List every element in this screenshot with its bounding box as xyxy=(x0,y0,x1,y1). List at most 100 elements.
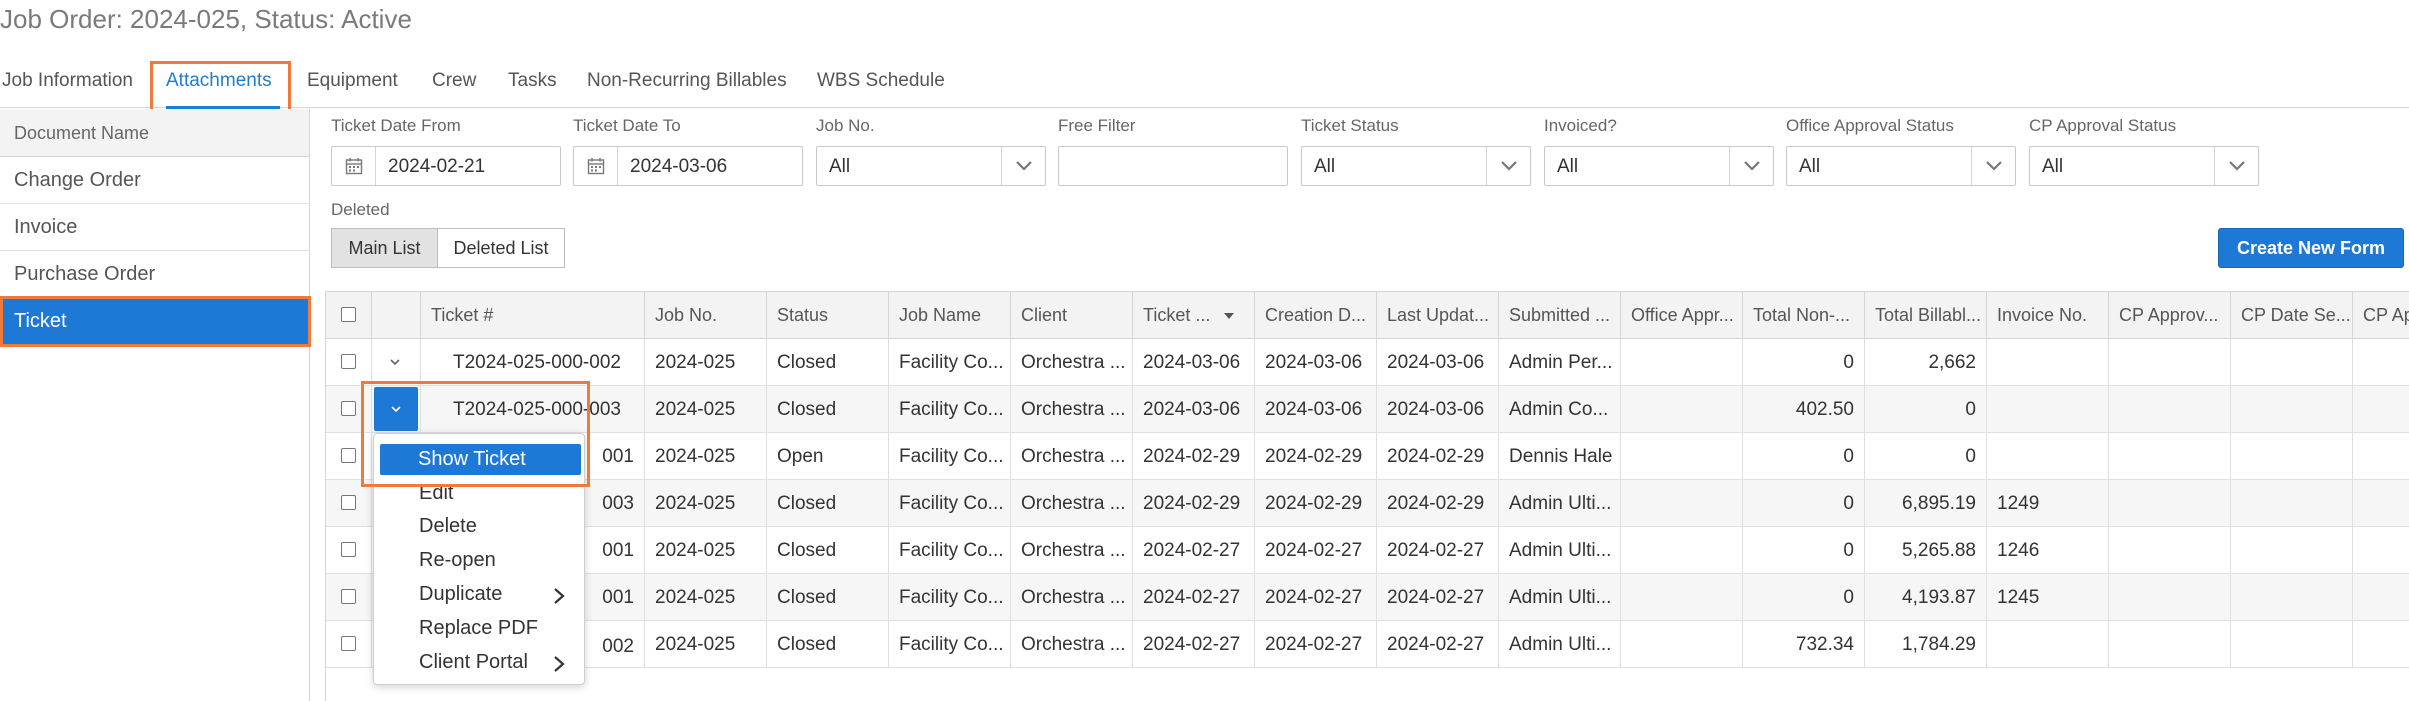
invoiced-value: All xyxy=(1557,156,1579,177)
cell-cp-approval xyxy=(2109,574,2231,621)
row-actions-button[interactable] xyxy=(384,351,406,373)
column-header-total-billable[interactable]: Total Billabl... xyxy=(1865,292,1987,339)
column-header-cp-ap[interactable]: CP Ap xyxy=(2353,292,2409,339)
table-row[interactable]: 003 2024-025 Closed Facility Co... Orche… xyxy=(326,480,2409,527)
select-all-checkbox[interactable] xyxy=(341,307,356,322)
row-checkbox[interactable] xyxy=(341,589,356,604)
table-row[interactable]: T2024-025-000-002 2024-025 Closed Facili… xyxy=(326,339,2409,386)
cell-last-updated: 2024-02-29 xyxy=(1377,433,1499,480)
document-item-invoice[interactable]: Invoice xyxy=(0,204,309,251)
column-header-submitted-by[interactable]: Submitted ... xyxy=(1499,292,1621,339)
column-header-status[interactable]: Status xyxy=(767,292,889,339)
cell-last-updated: 2024-02-27 xyxy=(1377,527,1499,574)
row-checkbox[interactable] xyxy=(341,636,356,651)
cell-job-name: Facility Co... xyxy=(889,480,1011,527)
tab-tasks[interactable]: Tasks xyxy=(508,70,557,92)
column-header-job-name[interactable]: Job Name xyxy=(889,292,1011,339)
column-header-ticket-date[interactable]: Ticket ... xyxy=(1133,292,1255,339)
chevron-down-icon[interactable] xyxy=(1971,147,2015,185)
document-item-ticket[interactable]: Ticket xyxy=(0,298,309,345)
calendar-icon[interactable] xyxy=(574,147,618,185)
tab-job-information[interactable]: Job Information xyxy=(2,70,133,92)
document-item-change-order[interactable]: Change Order xyxy=(0,157,309,204)
ticket-date-from-input[interactable]: 2024-02-21 xyxy=(331,146,561,186)
chevron-right-icon[interactable] xyxy=(552,587,566,605)
row-checkbox[interactable] xyxy=(341,354,356,369)
column-header-total-non-billable[interactable]: Total Non-... xyxy=(1743,292,1865,339)
cell-submitted-by: Admin Ulti... xyxy=(1499,480,1621,527)
cell-ticket-date: 2024-02-27 xyxy=(1133,574,1255,621)
invoiced-select[interactable]: All xyxy=(1544,146,1774,186)
cell-total-non-billable: 0 xyxy=(1743,339,1865,386)
column-header-client[interactable]: Client xyxy=(1011,292,1133,339)
table-row[interactable]: 001 2024-025 Open Facility Co... Orchest… xyxy=(326,433,2409,480)
tab-non-recurring-billables[interactable]: Non-Recurring Billables xyxy=(587,70,787,92)
cell-total-billable: 4,193.87 xyxy=(1865,574,1987,621)
cell-status: Open xyxy=(767,433,889,480)
tab-attachments[interactable]: Attachments xyxy=(166,70,272,92)
chevron-right-icon[interactable] xyxy=(552,655,566,673)
cell-office-approval xyxy=(1621,339,1743,386)
cp-approval-select[interactable]: All xyxy=(2029,146,2259,186)
calendar-icon[interactable] xyxy=(332,147,376,185)
menu-item-edit[interactable]: Edit xyxy=(419,482,453,505)
menu-item-delete[interactable]: Delete xyxy=(419,515,477,538)
document-list: Document Name Change Order Invoice Purch… xyxy=(0,109,310,701)
chevron-down-icon[interactable] xyxy=(1001,147,1045,185)
table-row[interactable]: 002 2024-025 Closed Facility Co... Orche… xyxy=(326,621,2409,668)
tab-equipment[interactable]: Equipment xyxy=(307,70,398,92)
row-checkbox[interactable] xyxy=(341,495,356,510)
cell-job-name: Facility Co... xyxy=(889,339,1011,386)
document-item-purchase-order[interactable]: Purchase Order xyxy=(0,251,309,298)
column-header-last-updated[interactable]: Last Updat... xyxy=(1377,292,1499,339)
table-row[interactable]: T2024-025-000-003 2024-025 Closed Facili… xyxy=(326,386,2409,433)
cell-job-no: 2024-025 xyxy=(645,433,767,480)
cell-creation-date: 2024-02-27 xyxy=(1255,527,1377,574)
chevron-down-icon[interactable] xyxy=(1729,147,1773,185)
tab-wbs-schedule[interactable]: WBS Schedule xyxy=(817,70,945,92)
ticket-status-select[interactable]: All xyxy=(1301,146,1531,186)
menu-item-re-open[interactable]: Re-open xyxy=(419,549,496,572)
office-approval-select[interactable]: All xyxy=(1786,146,2016,186)
column-header-ticket-no[interactable]: Ticket # xyxy=(421,292,645,339)
chevron-down-icon[interactable] xyxy=(1486,147,1530,185)
cell-job-no: 2024-025 xyxy=(645,386,767,433)
job-no-select[interactable]: All xyxy=(816,146,1046,186)
cell-submitted-by: Admin Ulti... xyxy=(1499,527,1621,574)
cell-status: Closed xyxy=(767,339,889,386)
main-list-button[interactable]: Main List xyxy=(331,228,438,268)
create-new-form-button[interactable]: Create New Form xyxy=(2218,228,2404,268)
ticket-date-to-value: 2024-03-06 xyxy=(630,156,728,177)
column-header-office-approval[interactable]: Office Appr... xyxy=(1621,292,1743,339)
cell-invoice-no xyxy=(1987,339,2109,386)
menu-item-duplicate[interactable]: Duplicate xyxy=(419,583,502,606)
row-expand-cell xyxy=(372,339,421,386)
row-checkbox[interactable] xyxy=(341,448,356,463)
menu-item-replace-pdf[interactable]: Replace PDF xyxy=(419,617,538,640)
column-header-invoice-no[interactable]: Invoice No. xyxy=(1987,292,2109,339)
tab-crew[interactable]: Crew xyxy=(432,70,476,92)
cell-cp-date-sent xyxy=(2231,386,2353,433)
column-header-cp-date-sent[interactable]: CP Date Se... xyxy=(2231,292,2353,339)
deleted-list-button[interactable]: Deleted List xyxy=(437,228,565,268)
chevron-down-icon[interactable] xyxy=(2214,147,2258,185)
row-checkbox[interactable] xyxy=(341,401,356,416)
free-filter-input[interactable] xyxy=(1058,146,1288,186)
column-header-creation-date[interactable]: Creation D... xyxy=(1255,292,1377,339)
row-actions-button-active[interactable] xyxy=(374,387,418,431)
cell-cp-ap xyxy=(2353,339,2409,386)
office-approval-value: All xyxy=(1799,156,1821,177)
column-header-ticket-date-label: Ticket ... xyxy=(1143,305,1211,325)
row-checkbox[interactable] xyxy=(341,542,356,557)
table-row[interactable]: 001 2024-025 Closed Facility Co... Orche… xyxy=(326,527,2409,574)
cell-creation-date: 2024-03-06 xyxy=(1255,386,1377,433)
cell-office-approval xyxy=(1621,480,1743,527)
ticket-date-to-input[interactable]: 2024-03-06 xyxy=(573,146,803,186)
cell-creation-date: 2024-02-29 xyxy=(1255,433,1377,480)
column-header-cp-approval[interactable]: CP Approv... xyxy=(2109,292,2231,339)
column-header-job-no[interactable]: Job No. xyxy=(645,292,767,339)
table-row[interactable]: 001 2024-025 Closed Facility Co... Orche… xyxy=(326,574,2409,621)
menu-item-show-ticket[interactable]: Show Ticket xyxy=(380,444,581,475)
menu-item-client-portal[interactable]: Client Portal xyxy=(419,651,528,674)
cell-cp-date-sent xyxy=(2231,433,2353,480)
